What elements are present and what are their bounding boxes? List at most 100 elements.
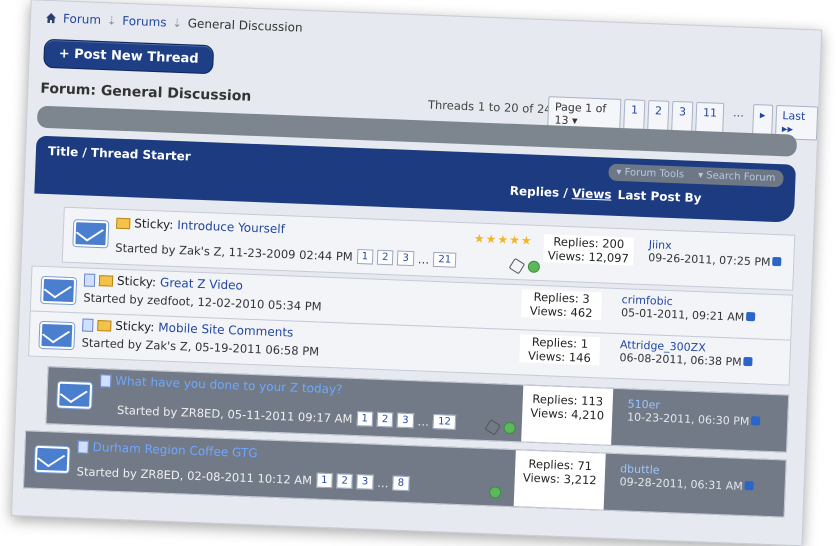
replies-sort-link[interactable]: Replies bbox=[510, 184, 560, 200]
thread-page-link[interactable]: 3 bbox=[397, 250, 415, 267]
thread-starter-text: Started by zedfoot, 12-02-2010 05:34 PM bbox=[83, 290, 322, 314]
thread-prefix: Sticky: bbox=[115, 318, 155, 335]
last-post-user-link[interactable]: 510er bbox=[627, 397, 660, 411]
document-icon bbox=[82, 317, 94, 332]
last-post: dbuttle 09-28-2011, 06:31 AM bbox=[619, 462, 754, 493]
attachment-icon bbox=[508, 257, 541, 277]
forum-title: Forum: General Discussion bbox=[40, 80, 252, 105]
views-count: Views: 3,212 bbox=[522, 470, 597, 488]
home-icon[interactable] bbox=[45, 12, 57, 24]
thread-title-link[interactable]: What have you done to your Z today? bbox=[115, 374, 343, 397]
thread-page-link[interactable]: 1 bbox=[356, 411, 374, 427]
thread-status-icon[interactable] bbox=[34, 445, 70, 474]
folder-icon bbox=[97, 319, 112, 332]
check-status bbox=[488, 483, 502, 502]
go-to-last-post-icon[interactable] bbox=[744, 481, 754, 491]
last-post-date: 05-01-2011, 09:21 AM bbox=[620, 306, 745, 324]
go-to-last-post-icon[interactable] bbox=[751, 416, 761, 426]
search-forum-menu[interactable]: ▾ Search Forum bbox=[698, 170, 776, 184]
folder-icon bbox=[116, 217, 131, 229]
last-post: Attridge_300ZX 06-08-2011, 06:38 PM bbox=[619, 338, 753, 369]
thread-page-ellipsis: … bbox=[376, 475, 389, 490]
last-post: crimfobic 05-01-2011, 09:21 AM bbox=[621, 293, 756, 324]
go-to-last-post-icon[interactable] bbox=[743, 356, 753, 367]
views-sort-link[interactable]: Views bbox=[572, 186, 612, 202]
breadcrumb-separator-icon: ⇣ bbox=[106, 13, 117, 28]
thread-prefix: Sticky: bbox=[133, 216, 174, 232]
breadcrumb-current: General Discussion bbox=[187, 16, 303, 35]
thread-starter-text: Started by ZR8ED, 05-11-2011 09:17 AM bbox=[116, 402, 353, 426]
thread-page-link[interactable]: 1 bbox=[356, 248, 374, 265]
thread-starter: Started by ZR8ED, 02-08-2011 10:12 AM 1 … bbox=[76, 463, 410, 492]
thread-stats: Replies: 200 Views: 12,097 bbox=[543, 234, 635, 266]
forum-tools-menu[interactable]: ▾ Forum Tools bbox=[616, 167, 684, 181]
thread-title-line: Sticky: Great Z Video bbox=[83, 273, 243, 293]
thread-stats: Replies: 1 Views: 146 bbox=[519, 334, 601, 366]
title-column-header[interactable]: Title / Thread Starter bbox=[48, 144, 191, 163]
views-count: Views: 12,097 bbox=[547, 248, 630, 266]
breadcrumb-forums[interactable]: Forums bbox=[122, 14, 167, 30]
rating-stars-icon: ★★★★★ bbox=[473, 231, 533, 248]
thread-page-link[interactable]: 2 bbox=[376, 411, 394, 428]
breadcrumb: Forum ⇣ Forums ⇣ General Discussion bbox=[45, 11, 303, 35]
go-to-last-post-icon[interactable] bbox=[746, 311, 756, 322]
thread-page-link[interactable]: 3 bbox=[396, 412, 414, 429]
thread-prefix: Sticky: bbox=[116, 273, 157, 290]
thread-page-link[interactable]: 3 bbox=[356, 474, 374, 490]
last-post: 510er 10-23-2011, 06:30 PM bbox=[627, 397, 761, 428]
post-new-thread-button[interactable]: + Post New Thread bbox=[43, 38, 215, 75]
thread-starter-text: Started by Zak's Z, 11-23-2009 02:44 PM bbox=[115, 240, 354, 264]
document-icon bbox=[77, 439, 89, 454]
thread-page-link[interactable]: 1 bbox=[315, 472, 333, 489]
thread-starter: Started by Zak's Z, 11-23-2009 02:44 PM … bbox=[115, 240, 457, 268]
thread-title-link[interactable]: Durham Region Coffee GTG bbox=[92, 440, 257, 460]
document-icon bbox=[99, 373, 112, 388]
thread-starter: Started by zedfoot, 12-02-2010 05:34 PM bbox=[83, 290, 322, 313]
thread-title-link[interactable]: Great Z Video bbox=[160, 275, 243, 292]
check-icon bbox=[527, 260, 541, 273]
thread-page-link[interactable]: 8 bbox=[392, 475, 410, 492]
views-count: Views: 146 bbox=[527, 348, 592, 366]
attachment-icon bbox=[484, 418, 516, 438]
thread-starter-text: Started by ZR8ED, 02-08-2011 10:12 AM bbox=[76, 463, 313, 487]
last-post: Jiinx 09-26-2011, 07:25 PM bbox=[648, 238, 782, 269]
thread-title-link[interactable]: Mobile Site Comments bbox=[158, 320, 294, 339]
thread-page-ellipsis: … bbox=[417, 413, 430, 429]
thread-title-line: Sticky: Introduce Yourself bbox=[116, 216, 285, 236]
breadcrumb-forum[interactable]: Forum bbox=[63, 12, 102, 27]
thread-stats: Replies: 71 Views: 3,212 bbox=[513, 450, 606, 510]
last-post-date: 09-28-2011, 06:31 AM bbox=[619, 475, 743, 493]
go-to-last-post-icon[interactable] bbox=[772, 256, 782, 267]
thread-page-link[interactable]: 12 bbox=[432, 414, 457, 430]
forum-page: Forum ⇣ Forums ⇣ General Discussion + Po… bbox=[10, 0, 823, 546]
thread-starter: Started by ZR8ED, 05-11-2011 09:17 AM 1 … bbox=[116, 402, 457, 430]
folder-icon bbox=[98, 274, 114, 287]
last-post-date: 06-08-2011, 06:38 PM bbox=[619, 351, 742, 369]
thread-page-link[interactable]: 21 bbox=[433, 251, 457, 268]
check-icon bbox=[488, 486, 502, 499]
thread-status-icon[interactable] bbox=[57, 381, 93, 409]
thread-title-link[interactable]: Introduce Yourself bbox=[177, 218, 285, 236]
threads-count: Threads 1 to 20 of 247 bbox=[427, 97, 560, 117]
thread-title-line: Durham Region Coffee GTG bbox=[77, 439, 258, 460]
thread-page-ellipsis: … bbox=[417, 251, 430, 267]
last-post-date: 09-26-2011, 07:25 PM bbox=[648, 251, 771, 269]
thread-status-icon[interactable] bbox=[73, 220, 109, 248]
thread-page-link[interactable]: 2 bbox=[336, 473, 354, 489]
views-count: Views: 4,210 bbox=[530, 405, 605, 423]
check-icon bbox=[503, 421, 516, 435]
last-post-user-link[interactable]: Jiinx bbox=[649, 238, 672, 252]
views-count: Views: 462 bbox=[529, 303, 593, 321]
thread-status-icon[interactable] bbox=[39, 321, 75, 350]
thread-stats: Replies: 113 Views: 4,210 bbox=[521, 385, 614, 445]
replies-views-header: Replies / Views bbox=[509, 183, 612, 202]
breadcrumb-separator-icon: ⇣ bbox=[172, 16, 183, 30]
thread-status-icon[interactable] bbox=[41, 276, 77, 305]
last-post-date: 10-23-2011, 06:30 PM bbox=[626, 410, 750, 429]
forum-tools-bar: ▾ Forum Tools ▾ Search Forum bbox=[608, 163, 784, 188]
thread-page-link[interactable]: 2 bbox=[376, 249, 394, 266]
document-icon bbox=[83, 273, 96, 287]
thread-title-line: What have you done to your Z today? bbox=[99, 373, 343, 397]
thread-stats: Replies: 3 Views: 462 bbox=[520, 289, 602, 321]
last-post-by-header[interactable]: Last Post By bbox=[617, 188, 701, 205]
